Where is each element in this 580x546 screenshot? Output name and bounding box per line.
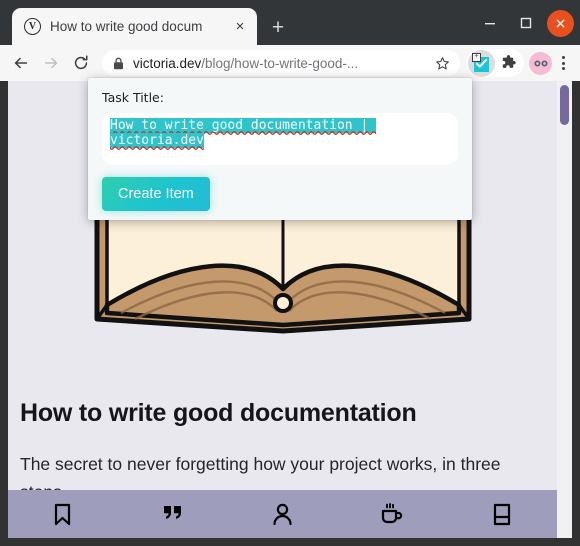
selected-text: How to write good documentation | victor… [110, 118, 377, 148]
tab-strip: V How to write good docum × + [0, 0, 580, 45]
nav-item-about[interactable] [228, 490, 338, 538]
close-tab-icon[interactable]: × [231, 18, 249, 36]
quote-icon [162, 505, 184, 523]
coffee-cup-icon [380, 502, 404, 526]
chrome-menu-icon[interactable] [552, 49, 574, 77]
task-title-value: How to write good documentation | victor… [110, 118, 450, 148]
task-creator-extension-icon[interactable]: + [468, 49, 495, 77]
url-text: victoria.dev/blog/how-to-write-good-... [133, 56, 432, 71]
url-path: /blog/how-to-write-good-... [201, 55, 359, 71]
url-host: victoria.dev [133, 55, 202, 71]
profile-avatar[interactable] [529, 51, 552, 75]
reload-button-icon[interactable] [66, 48, 96, 78]
tab-title: How to write good docum [50, 19, 203, 34]
book-icon [493, 503, 511, 526]
lock-icon [113, 57, 124, 70]
maximize-button[interactable] [511, 8, 541, 38]
browser-window: V How to write good docum × + victoria.d… [0, 0, 580, 546]
person-icon [272, 503, 293, 526]
page-scrollbar-thumb[interactable] [560, 85, 569, 125]
page-title: How to write good documentation [20, 399, 417, 427]
bookmark-star-icon[interactable] [432, 56, 452, 71]
page-scrollbar-track[interactable] [557, 81, 572, 538]
extensions-puzzle-icon[interactable] [495, 50, 522, 77]
extension-group: + [466, 49, 524, 77]
window-controls [475, 8, 574, 38]
browser-toolbar: victoria.dev/blog/how-to-write-good-... … [0, 45, 580, 81]
nav-item-book[interactable] [447, 490, 557, 538]
task-title-input[interactable]: How to write good documentation | victor… [102, 113, 458, 165]
browser-tab[interactable]: V How to write good docum × [12, 8, 257, 45]
new-tab-button[interactable]: + [264, 13, 292, 41]
victoria-dev-favicon-icon: V [24, 18, 41, 35]
checkbox-extension-glyph: + [472, 52, 490, 72]
bottom-nav-bar [8, 490, 557, 538]
plus-badge-icon: + [472, 52, 481, 62]
nav-item-bookmark[interactable] [8, 490, 118, 538]
back-button-icon[interactable] [6, 48, 36, 78]
forward-button-icon[interactable] [36, 48, 66, 78]
address-bar[interactable]: victoria.dev/blog/how-to-write-good-... [102, 50, 460, 76]
minimize-button[interactable] [475, 8, 505, 38]
nav-item-support[interactable] [337, 490, 447, 538]
task-creator-popup: Task Title: How to write good documentat… [88, 78, 472, 220]
nav-item-quotes[interactable] [118, 490, 228, 538]
bookmark-icon [53, 503, 72, 526]
task-title-label: Task Title: [102, 90, 164, 105]
create-item-button[interactable]: Create Item [102, 177, 210, 211]
close-window-button[interactable] [547, 9, 574, 37]
